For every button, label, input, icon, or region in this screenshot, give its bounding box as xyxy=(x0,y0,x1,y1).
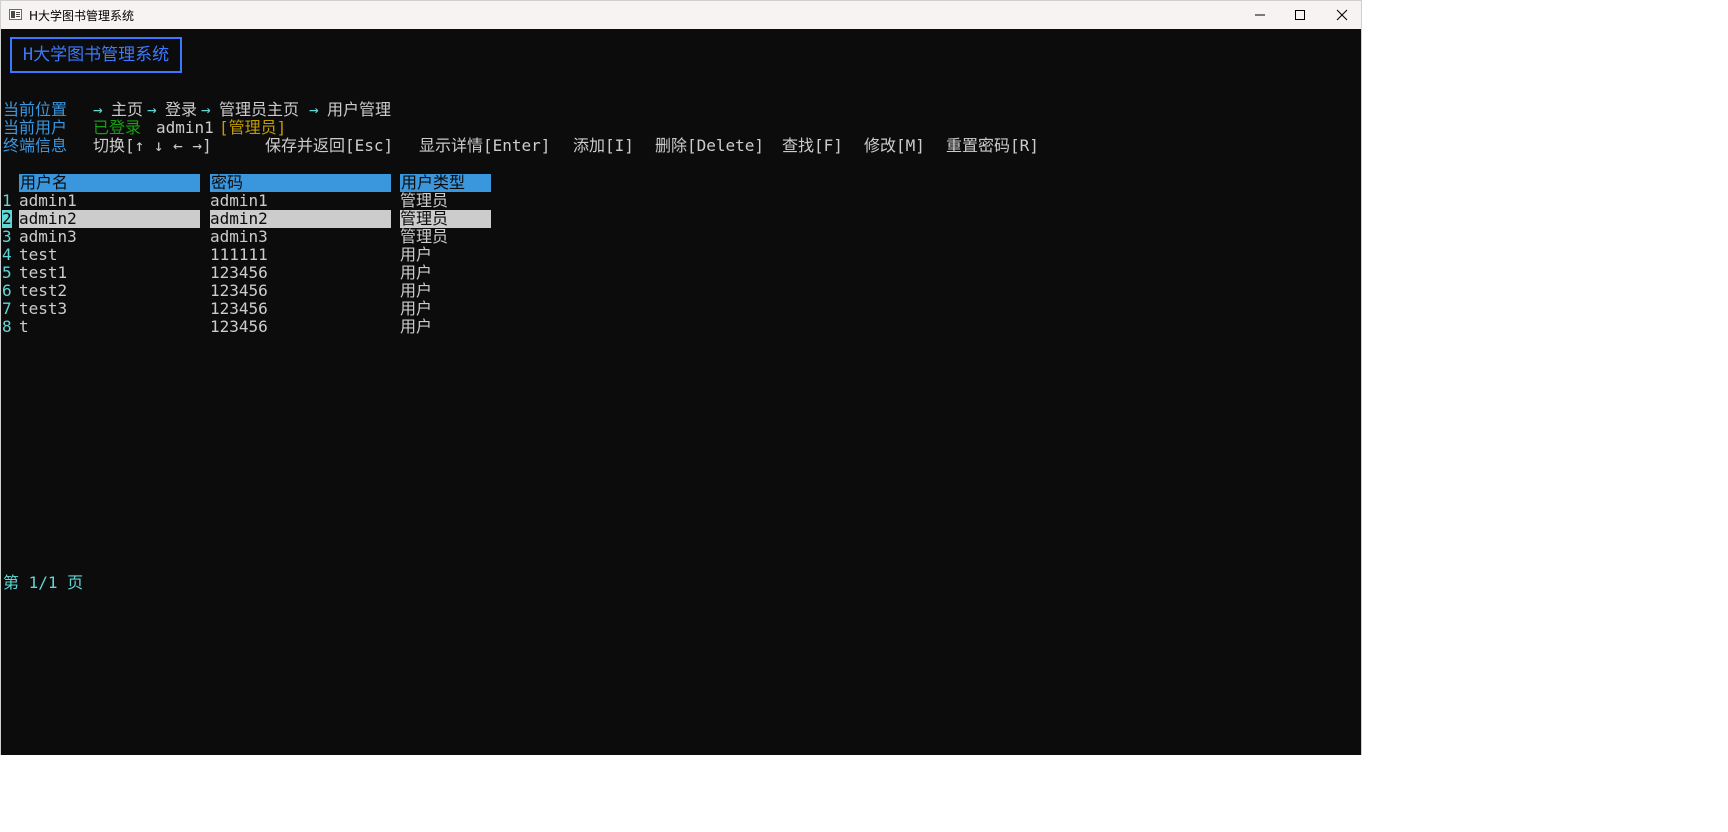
cell-password: 111111 xyxy=(210,245,268,264)
current-user-label: 当前用户 xyxy=(3,118,68,137)
cell-user-type: 用户 xyxy=(400,245,433,264)
app-logo-box: H大学图书管理系统 xyxy=(10,37,182,73)
column-header-password: 密码 xyxy=(210,174,391,192)
cell-user-type: 用户 xyxy=(400,281,433,300)
login-state: 已登录 xyxy=(93,118,142,137)
close-icon xyxy=(1336,9,1348,21)
cell-password: admin1 xyxy=(210,191,268,210)
row-index: 8 xyxy=(2,317,12,336)
current-username: admin1 xyxy=(156,118,214,137)
table-row[interactable]: 1 admin1 admin1 管理员 xyxy=(1,192,492,210)
cell-username: test xyxy=(19,245,58,264)
console-app-icon xyxy=(9,9,22,20)
cell-username: test1 xyxy=(19,263,68,282)
column-header-user-type: 用户类型 xyxy=(400,174,491,192)
terminal-info-label: 终端信息 xyxy=(3,136,68,155)
shortcut-find: 查找[F] xyxy=(782,136,843,155)
cell-username: admin3 xyxy=(19,227,77,246)
shortcut-switch: 切换[↑ ↓ ← →] xyxy=(93,136,212,155)
breadcrumb-arrow-icon: → xyxy=(309,100,319,119)
cell-user-type: 管理员 xyxy=(400,227,449,246)
cell-username: t xyxy=(19,317,29,336)
shortcut-modify: 修改[M] xyxy=(864,136,925,155)
table-row[interactable]: 6 test2 123456 用户 xyxy=(1,282,492,300)
console-window: H大学图书管理系统 H大学图书管理系统 当前位置 → 主页 → 登录 → 管理员… xyxy=(0,0,1362,755)
maximize-icon xyxy=(1295,10,1305,20)
table-row[interactable]: 8 t 123456 用户 xyxy=(1,318,492,336)
column-header-username: 用户名 xyxy=(19,174,200,192)
table-row[interactable]: 2 admin2 admin2 管理员 xyxy=(1,210,492,228)
row-index: 1 xyxy=(2,191,12,210)
close-button[interactable] xyxy=(1319,1,1365,29)
table-row[interactable]: 5 test1 123456 用户 xyxy=(1,264,492,282)
breadcrumb-admin-home: 管理员主页 xyxy=(219,100,300,119)
cell-user-type: 用户 xyxy=(400,263,433,282)
cell-password: 123456 xyxy=(210,317,268,336)
cell-user-type: 用户 xyxy=(400,299,433,318)
shortcut-delete: 删除[Delete] xyxy=(655,136,765,155)
shortcut-add: 添加[I] xyxy=(573,136,634,155)
cell-username: admin2 xyxy=(19,210,200,228)
shortcut-save-return: 保存并返回[Esc] xyxy=(265,136,394,155)
cell-password: admin3 xyxy=(210,227,268,246)
minimize-icon xyxy=(1255,14,1265,16)
console-area[interactable]: H大学图书管理系统 当前位置 → 主页 → 登录 → 管理员主页 → 用户管理 … xyxy=(1,29,1361,755)
shortcut-reset-password: 重置密码[R] xyxy=(946,136,1039,155)
cell-password: admin2 xyxy=(210,210,391,228)
title-bar[interactable]: H大学图书管理系统 xyxy=(1,1,1361,29)
row-index: 7 xyxy=(2,299,12,318)
row-index: 4 xyxy=(2,245,12,264)
breadcrumb-user-management: 用户管理 xyxy=(327,100,392,119)
breadcrumb-login: 登录 xyxy=(165,100,198,119)
window-title: H大学图书管理系统 xyxy=(29,9,135,23)
row-index: 2 xyxy=(2,209,12,228)
row-index: 6 xyxy=(2,281,12,300)
current-role-badge: [管理员] xyxy=(219,118,287,137)
row-index: 3 xyxy=(2,227,12,246)
maximize-button[interactable] xyxy=(1277,1,1323,29)
cell-user-type: 管理员 xyxy=(400,191,449,210)
cell-password: 123456 xyxy=(210,263,268,282)
cell-password: 123456 xyxy=(210,299,268,318)
cell-username: test2 xyxy=(19,281,68,300)
table-row[interactable]: 4 test 111111 用户 xyxy=(1,246,492,264)
page-indicator: 第 1/1 页 xyxy=(3,573,84,592)
cell-username: test3 xyxy=(19,299,68,318)
cell-user-type: 用户 xyxy=(400,317,433,336)
breadcrumb-home: 主页 xyxy=(111,100,144,119)
row-index: 5 xyxy=(2,263,12,282)
breadcrumb-arrow-icon: → xyxy=(147,100,157,119)
cell-username: admin1 xyxy=(19,191,77,210)
cell-password: 123456 xyxy=(210,281,268,300)
table-row[interactable]: 7 test3 123456 用户 xyxy=(1,300,492,318)
shortcut-details: 显示详情[Enter] xyxy=(419,136,551,155)
cell-user-type: 管理员 xyxy=(400,210,491,228)
breadcrumb-arrow-icon: → xyxy=(201,100,211,119)
location-label: 当前位置 xyxy=(3,100,68,119)
breadcrumb-arrow-icon: → xyxy=(93,100,103,119)
table-row[interactable]: 3 admin3 admin3 管理员 xyxy=(1,228,492,246)
